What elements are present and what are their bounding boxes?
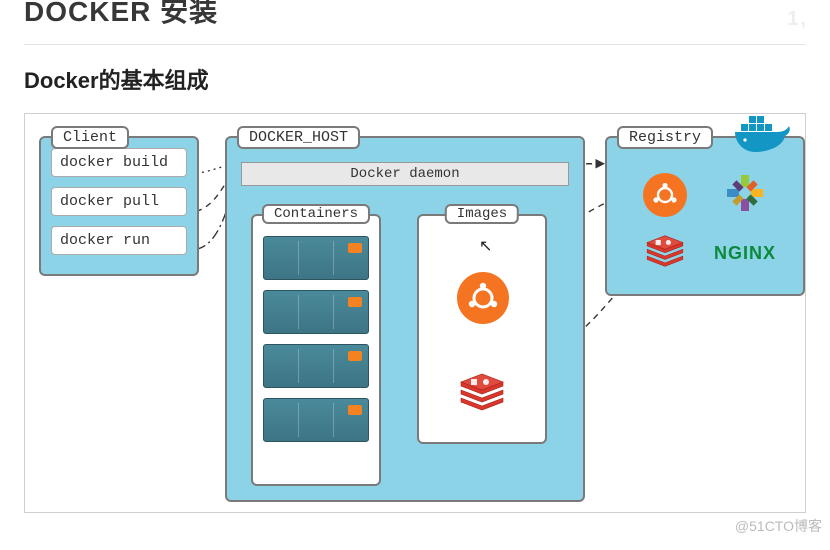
ubuntu-icon — [457, 272, 509, 324]
docker-daemon-box: Docker daemon — [241, 162, 569, 186]
container-instance — [263, 236, 369, 280]
nginx-icon: NGINX — [714, 243, 776, 264]
cmd-docker-build: docker build — [51, 148, 187, 177]
redis-icon — [645, 234, 685, 273]
ubuntu-icon — [643, 173, 687, 217]
cmd-docker-run: docker run — [51, 226, 187, 255]
ghost-artifact: 1, — [787, 8, 808, 31]
client-label: Client — [51, 126, 129, 149]
docker-whale-icon — [731, 110, 795, 163]
watermark: @51CTO博客 — [735, 516, 822, 536]
centos-icon — [724, 172, 766, 219]
containers-panel: Containers — [251, 214, 381, 486]
section-heading: Docker的基本组成 — [24, 63, 806, 95]
images-panel: Images ↖ — [417, 214, 547, 444]
registry-panel: Registry — [605, 136, 805, 296]
container-instance — [263, 344, 369, 388]
container-instance — [263, 290, 369, 334]
page-title-truncated: DOCKER 安装 — [24, 0, 806, 30]
client-panel: Client docker build docker pull docker r… — [39, 136, 199, 276]
container-instance — [263, 398, 369, 442]
mouse-cursor-icon: ↖ — [479, 236, 492, 256]
registry-label: Registry — [617, 126, 713, 149]
images-label: Images — [445, 204, 519, 224]
containers-label: Containers — [262, 204, 370, 224]
divider — [24, 44, 806, 45]
redis-icon — [459, 372, 505, 412]
cmd-docker-pull: docker pull — [51, 187, 187, 216]
docker-host-label: DOCKER_HOST — [237, 126, 360, 149]
docker-host-panel: DOCKER_HOST Docker daemon Containers Ima… — [225, 136, 585, 502]
architecture-diagram: Client docker build docker pull docker r… — [24, 113, 806, 513]
